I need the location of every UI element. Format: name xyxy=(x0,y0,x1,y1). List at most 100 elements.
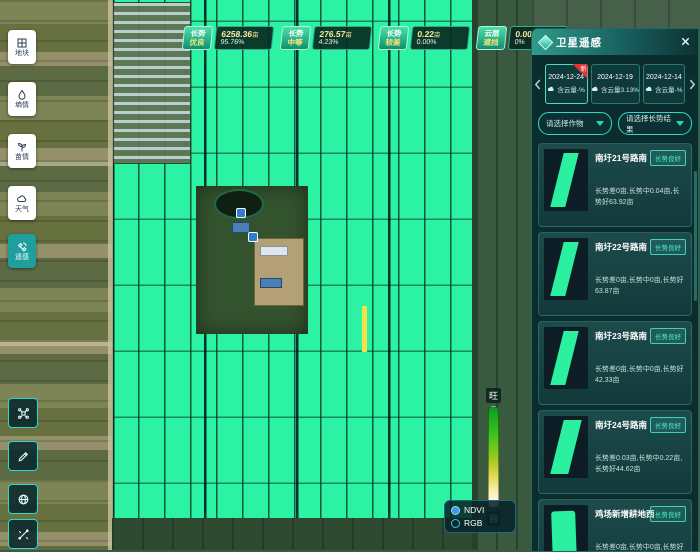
measure-tool-button[interactable] xyxy=(8,519,38,549)
radio-selected-icon xyxy=(451,506,460,515)
stat-label: 云层遮挡 xyxy=(476,26,508,50)
rgb-option-label: RGB xyxy=(464,518,482,528)
map-road xyxy=(0,342,112,346)
sidebar-item-label: 天气 xyxy=(15,206,29,213)
cloud-cover-label: 含云量-% xyxy=(645,84,682,94)
ndvi-gradient-bar xyxy=(488,406,499,508)
ndvi-radio-option[interactable]: NDVI xyxy=(451,505,509,515)
growth-status-badge: 长势良好 xyxy=(650,150,686,166)
field-card-body: 鸡场新增耕地西 长势良好 长势差0亩,长势中0亩,长势好11.6亩 xyxy=(595,505,686,552)
tree-belt xyxy=(472,0,538,550)
chevron-down-icon xyxy=(676,121,684,126)
panel-header: 卫星遥感 xyxy=(532,29,698,55)
field-card[interactable]: 南圩22号路南 长势良好 长势差0亩,长势中0亩,长势好63.87亩 xyxy=(538,232,692,316)
field-card[interactable]: 南圩23号路南 长势良好 长势差0亩,长势中0亩,长势好42.33亩 xyxy=(538,321,692,405)
drone-tool-button[interactable] xyxy=(8,398,38,428)
building xyxy=(232,222,250,233)
sidebar-item-weather[interactable]: 天气 xyxy=(8,186,36,220)
date-card[interactable]: 新 2024-12-24 含云量-% xyxy=(545,64,588,104)
field-thumbnail xyxy=(544,505,588,552)
growth-status-badge: 长势良好 xyxy=(650,239,686,255)
chevron-right-icon[interactable] xyxy=(688,79,696,90)
globe-tool-button[interactable] xyxy=(8,484,38,514)
growth-status-badge: 长势良好 xyxy=(650,506,686,522)
water-drop-icon xyxy=(16,89,28,101)
growth-status-badge: 长势良好 xyxy=(650,417,686,433)
stat-value: 6258.36亩 95.76% xyxy=(214,26,275,50)
date-card[interactable]: 2024-12-19 含云量3.13% xyxy=(591,64,640,104)
sidebar-item-seedling[interactable]: 苗情 xyxy=(8,134,36,168)
sidebar-item-label: 地块 xyxy=(15,50,29,57)
sidebar-item-plots[interactable]: 地块 xyxy=(8,30,36,64)
stat-value: 276.57亩 4.23% xyxy=(312,26,373,50)
stat-label: 长势中等 xyxy=(280,26,312,50)
stat-value: 0.22亩 0.00% xyxy=(410,26,471,50)
chevron-down-icon xyxy=(596,121,604,126)
field-edge xyxy=(112,518,472,550)
date-label: 2024-12-24 xyxy=(548,74,584,81)
rgb-radio-option[interactable]: RGB xyxy=(451,518,509,528)
cloud-icon xyxy=(591,85,599,93)
field-card[interactable]: 南圩21号路南 长势良好 长势差0亩,长势中0.04亩,长势好63.92亩 xyxy=(538,143,692,227)
diamond-icon xyxy=(538,34,554,50)
greenhouse-area xyxy=(113,2,191,164)
sidebar-item-moisture[interactable]: 墒情 xyxy=(8,82,36,116)
date-label: 2024-12-14 xyxy=(646,74,682,81)
field-desc: 长势差0亩,长势中0亩,长势好42.33亩 xyxy=(595,364,686,386)
sidebar-item-label: 苗情 xyxy=(15,154,29,161)
farm-compound xyxy=(196,186,308,334)
growth-result-select[interactable]: 请选择长势结果 xyxy=(618,112,692,135)
field-card-body: 南圩22号路南 长势良好 长势差0亩,长势中0亩,长势好63.87亩 xyxy=(595,238,686,310)
field-thumbnail xyxy=(544,416,588,478)
date-label: 2024-12-19 xyxy=(597,74,633,81)
map-pin[interactable] xyxy=(248,232,258,242)
stat-growth-poor: 长势较差 0.22亩 0.00% xyxy=(379,26,469,50)
cloud-icon xyxy=(16,193,28,205)
satellite-icon xyxy=(16,241,28,253)
draw-tool-button[interactable] xyxy=(8,441,38,471)
layer-toggle: NDVI RGB xyxy=(444,500,516,533)
chevron-left-icon[interactable] xyxy=(534,79,542,90)
sidebar-item-label: 遥感 xyxy=(15,254,29,261)
crop-select-placeholder: 请选择作物 xyxy=(546,118,584,129)
field-card-body: 南圩21号路南 长势良好 长势差0亩,长势中0.04亩,长势好63.92亩 xyxy=(595,149,686,221)
sidebar-item-label: 墒情 xyxy=(15,102,29,109)
close-icon[interactable] xyxy=(680,36,691,47)
stat-growth-good: 长势优良 6258.36亩 95.76% xyxy=(183,26,273,50)
plot-grid-icon xyxy=(16,37,28,49)
drone-icon xyxy=(17,407,30,420)
seedling-icon xyxy=(16,141,28,153)
stat-growth-medium: 长势中等 276.57亩 4.23% xyxy=(281,26,371,50)
map-pin[interactable] xyxy=(236,208,246,218)
stressed-crop-strip xyxy=(362,306,367,352)
crop-select[interactable]: 请选择作物 xyxy=(538,112,612,135)
growth-status-badge: 长势良好 xyxy=(650,328,686,344)
field-list: 南圩21号路南 长势良好 长势差0亩,长势中0.04亩,长势好63.92亩 南圩… xyxy=(532,143,698,552)
satellite-panel: 卫星遥感 新 2024-12-24 含云量-% 2024-12-19 含云量3.… xyxy=(531,28,699,552)
globe-icon xyxy=(17,493,30,506)
cloud-cover-label: 含云量3.13% xyxy=(591,84,639,94)
cloud-icon xyxy=(645,85,653,93)
date-carousel: 新 2024-12-24 含云量-% 2024-12-19 含云量3.13% 2… xyxy=(532,55,698,110)
legend-label-high: 旺 xyxy=(486,388,501,403)
field-thumbnail xyxy=(544,327,588,389)
date-card[interactable]: 2024-12-14 含云量-% xyxy=(643,64,686,104)
cloud-icon xyxy=(547,85,555,93)
field-desc: 长势差0.03亩,长势中0.22亩,长势好44.62亩 xyxy=(595,453,686,475)
radio-unselected-icon xyxy=(451,519,460,528)
stat-label: 长势优良 xyxy=(182,26,214,50)
growth-stats-bar: 长势优良 6258.36亩 95.76% 长势中等 276.57亩 4.23% … xyxy=(183,26,567,50)
ndvi-option-label: NDVI xyxy=(464,505,484,515)
building xyxy=(260,246,288,256)
field-card[interactable]: 鸡场新增耕地西 长势良好 长势差0亩,长势中0亩,长势好11.6亩 xyxy=(538,499,692,552)
field-desc: 长势差0亩,长势中0亩,长势好63.87亩 xyxy=(595,275,686,297)
growth-select-placeholder: 请选择长势结果 xyxy=(626,113,676,135)
field-card-body: 南圩23号路南 长势良好 长势差0亩,长势中0亩,长势好42.33亩 xyxy=(595,327,686,399)
cloud-cover-label: 含云量-% xyxy=(547,84,584,94)
field-card[interactable]: 南圩24号路南 长势良好 长势差0.03亩,长势中0.22亩,长势好44.62亩 xyxy=(538,410,692,494)
field-thumbnail xyxy=(544,238,588,300)
field-thumbnail xyxy=(544,149,588,211)
sidebar-item-remote-sensing[interactable]: 遥感 xyxy=(8,234,36,268)
field-card-body: 南圩24号路南 长势良好 长势差0.03亩,长势中0.22亩,长势好44.62亩 xyxy=(595,416,686,488)
panel-scrollbar[interactable] xyxy=(694,171,697,301)
